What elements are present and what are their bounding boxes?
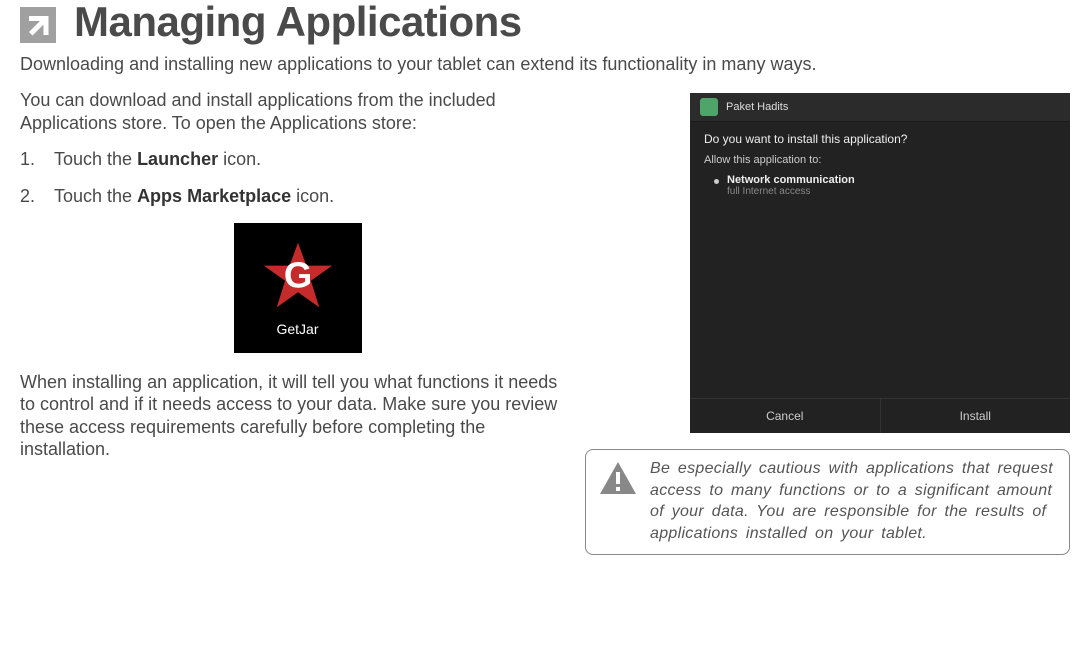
step-1: Touch the Launcher icon. [20,148,575,171]
install-dialog-screenshot: Paket Hadits Do you want to install this… [690,93,1070,433]
dialog-question: Do you want to install this application? [704,132,1056,146]
dialog-allow-label: Allow this application to: [704,154,1056,166]
permission-subtitle: full Internet access [727,186,855,197]
getjar-icon-wrap: G GetJar [20,223,575,353]
apps-marketplace-bold: Apps Marketplace [137,186,291,206]
dialog-buttons: Cancel Install [690,398,1070,433]
install-button[interactable]: Install [881,399,1071,433]
left-column: You can download and install application… [20,89,575,555]
star-icon: G [260,239,336,315]
svg-text:G: G [283,254,311,295]
permission-title: Network communication [727,174,855,186]
bullet-icon [714,179,719,184]
launcher-bold: Launcher [137,149,218,169]
warning-icon [598,460,638,496]
dialog-header: Paket Hadits [690,93,1070,122]
right-column: Paket Hadits Do you want to install this… [615,89,1070,555]
arrow-down-right-icon [20,7,56,43]
caution-text: Be especially cautious with applications… [650,458,1057,544]
getjar-label: GetJar [276,321,318,337]
getjar-app-icon: G GetJar [234,223,362,353]
intro-text: Downloading and installing new applicati… [20,54,1070,75]
step-2: Touch the Apps Marketplace icon. [20,185,575,208]
page-title: Managing Applications [74,0,522,46]
page-header: Managing Applications [20,0,1070,46]
dialog-body: Do you want to install this application?… [690,122,1070,398]
caution-box: Be especially cautious with applications… [585,449,1070,555]
steps-list: Touch the Launcher icon. Touch the Apps … [20,148,575,209]
app-icon [700,98,718,116]
installing-paragraph: When installing an application, it will … [20,371,575,461]
store-paragraph: You can download and install application… [20,89,575,134]
cancel-button[interactable]: Cancel [690,399,881,433]
dialog-permission: Network communication full Internet acce… [714,174,1056,197]
dialog-app-name: Paket Hadits [726,101,788,113]
